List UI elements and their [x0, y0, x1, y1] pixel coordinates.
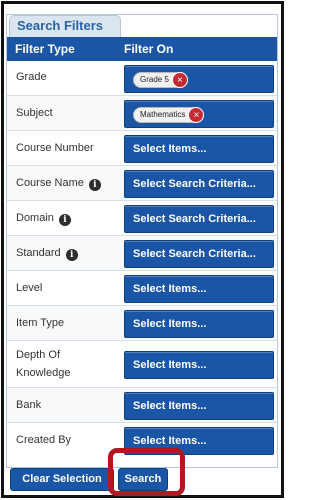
filter-on-header: Filter On — [124, 42, 174, 56]
domain-select-button[interactable]: Select Search Criteria... — [124, 205, 274, 233]
filter-label: Depth Of Knowledge — [16, 349, 71, 379]
info-icon[interactable]: i — [58, 214, 71, 226]
info-icon[interactable]: i — [65, 249, 78, 261]
filter-row-depth-of-knowledge: Depth Of Knowledge Select Items... — [7, 341, 277, 388]
standard-select-button[interactable]: Select Search Criteria... — [124, 240, 274, 268]
filters-header: Filter Type Filter On — [7, 37, 277, 61]
filter-label: Created By — [16, 434, 72, 446]
subject-selector[interactable]: Mathematics × — [124, 100, 274, 128]
filter-label: Subject — [16, 107, 53, 119]
filter-label-wrap: Course Name i — [16, 175, 101, 192]
filter-row-subject: Subject Mathematics × — [7, 96, 277, 131]
filter-label-wrap: Domain i — [16, 210, 71, 227]
course-name-select-button[interactable]: Select Search Criteria... — [124, 170, 274, 198]
level-select-button[interactable]: Select Items... — [124, 275, 274, 303]
grade-selector[interactable]: Grade 5 × — [124, 65, 274, 93]
bank-select-button[interactable]: Select Items... — [124, 392, 274, 420]
search-highlight-box — [108, 448, 185, 496]
grade-chip: Grade 5 × — [133, 72, 188, 88]
filter-label: Level — [16, 282, 43, 294]
filter-label: Standard — [16, 247, 61, 259]
filter-label-wrap: Standard i — [16, 245, 78, 262]
item-type-select-button[interactable]: Select Items... — [124, 310, 274, 338]
filter-type-header: Filter Type — [15, 42, 75, 56]
filter-label: Grade — [16, 71, 47, 83]
filter-row-item-type: Item Type Select Items... — [7, 306, 277, 341]
search-filters-panel: Filter Type Filter On Grade Grade 5 × Su… — [6, 14, 278, 468]
filter-label: Item Type — [16, 317, 65, 329]
filter-label: Domain — [16, 212, 54, 224]
info-icon[interactable]: i — [88, 179, 101, 191]
remove-chip-icon[interactable]: × — [188, 107, 205, 123]
filter-label: Course Name — [16, 177, 84, 189]
filter-row-course-number: Course Number Select Items... — [7, 131, 277, 166]
filter-label: Course Number — [16, 142, 94, 154]
chip-label: Grade 5 — [140, 75, 169, 84]
filter-row-domain: Domain i Select Search Criteria... — [7, 201, 277, 236]
filter-row-standard: Standard i Select Search Criteria... — [7, 236, 277, 271]
filter-row-course-name: Course Name i Select Search Criteria... — [7, 166, 277, 201]
depth-of-knowledge-select-button[interactable]: Select Items... — [124, 351, 274, 379]
subject-chip: Mathematics × — [133, 107, 205, 123]
clear-selection-button[interactable]: Clear Selection — [10, 468, 114, 491]
remove-chip-icon[interactable]: × — [171, 72, 188, 88]
chip-label: Mathematics — [140, 110, 186, 119]
course-number-select-button[interactable]: Select Items... — [124, 135, 274, 163]
filter-label: Bank — [16, 399, 42, 411]
filter-row-level: Level Select Items... — [7, 271, 277, 306]
filter-row-bank: Bank Select Items... — [7, 388, 277, 423]
search-filters-tab[interactable]: Search Filters — [9, 15, 121, 37]
filter-row-grade: Grade Grade 5 × — [7, 61, 277, 96]
